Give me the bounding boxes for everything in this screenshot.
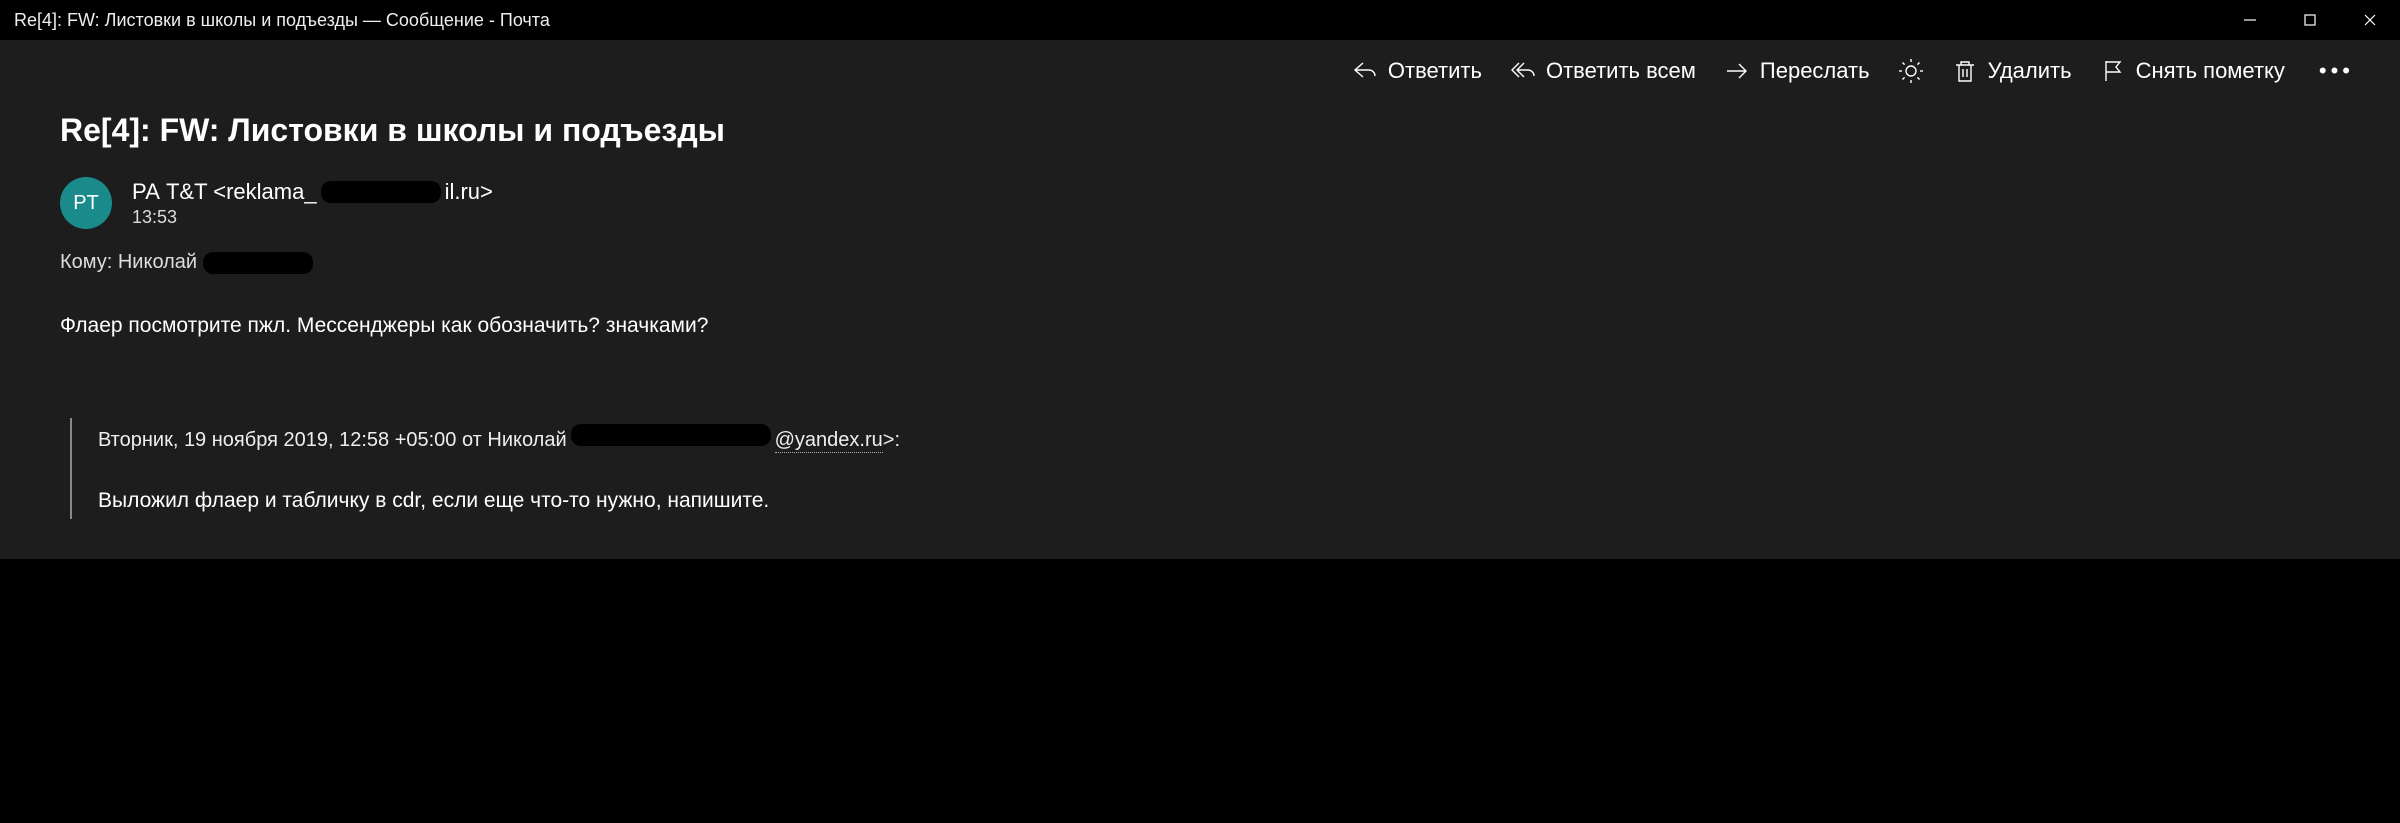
- sun-icon: [1898, 58, 1924, 84]
- window-controls: [2220, 0, 2400, 40]
- maximize-button[interactable]: [2280, 0, 2340, 40]
- message-body: Флаер посмотрите пжл. Мессенджеры как об…: [60, 314, 2340, 338]
- theme-button[interactable]: [1898, 58, 1924, 84]
- delete-button[interactable]: Удалить: [1952, 58, 2072, 84]
- forward-icon: [1724, 58, 1750, 84]
- reply-button[interactable]: Ответить: [1352, 58, 1482, 84]
- reply-label: Ответить: [1388, 58, 1482, 84]
- delete-label: Удалить: [1988, 58, 2072, 84]
- trash-icon: [1952, 58, 1978, 84]
- sender-avatar[interactable]: PT: [60, 177, 112, 229]
- reply-all-button[interactable]: Ответить всем: [1510, 58, 1696, 84]
- message-time: 13:53: [132, 207, 493, 228]
- sender-row: PT РА T&T <reklama_ il.ru> 13:53: [60, 177, 2340, 229]
- quote-body: Выложил флаер и табличку в cdr, если еще…: [98, 489, 2340, 513]
- redacted-block: [571, 424, 771, 446]
- minimize-button[interactable]: [2220, 0, 2280, 40]
- redacted-block: [321, 181, 441, 203]
- quoted-message: Вторник, 19 ноября 2019, 12:58 +05:00 от…: [70, 418, 2340, 519]
- close-button[interactable]: [2340, 0, 2400, 40]
- window-title: Re[4]: FW: Листовки в школы и подъезды —…: [14, 10, 2220, 31]
- flag-icon: [2100, 58, 2126, 84]
- quote-email-link[interactable]: @yandex.ru: [775, 429, 883, 453]
- unflag-button[interactable]: Снять пометку: [2100, 58, 2285, 84]
- forward-button[interactable]: Переслать: [1724, 58, 1870, 84]
- message-content: Re[4]: FW: Листовки в школы и подъезды P…: [0, 102, 2400, 559]
- quote-header: Вторник, 19 ноября 2019, 12:58 +05:00 от…: [98, 424, 2340, 453]
- forward-label: Переслать: [1760, 58, 1870, 84]
- redacted-block: [203, 252, 313, 274]
- message-subject: Re[4]: FW: Листовки в школы и подъезды: [60, 112, 2340, 149]
- message-toolbar: Ответить Ответить всем Переслать Удалить…: [0, 40, 2400, 102]
- unflag-label: Снять пометку: [2136, 58, 2285, 84]
- sender-info: РА T&T <reklama_ il.ru> 13:53: [132, 179, 493, 228]
- more-actions-button[interactable]: •••: [2313, 58, 2360, 84]
- reply-all-icon: [1510, 58, 1536, 84]
- window-titlebar: Re[4]: FW: Листовки в школы и подъезды —…: [0, 0, 2400, 40]
- reply-icon: [1352, 58, 1378, 84]
- sender-name: РА T&T <reklama_ il.ru>: [132, 179, 493, 205]
- reply-all-label: Ответить всем: [1546, 58, 1696, 84]
- recipients-line: Кому: Николай: [60, 251, 2340, 274]
